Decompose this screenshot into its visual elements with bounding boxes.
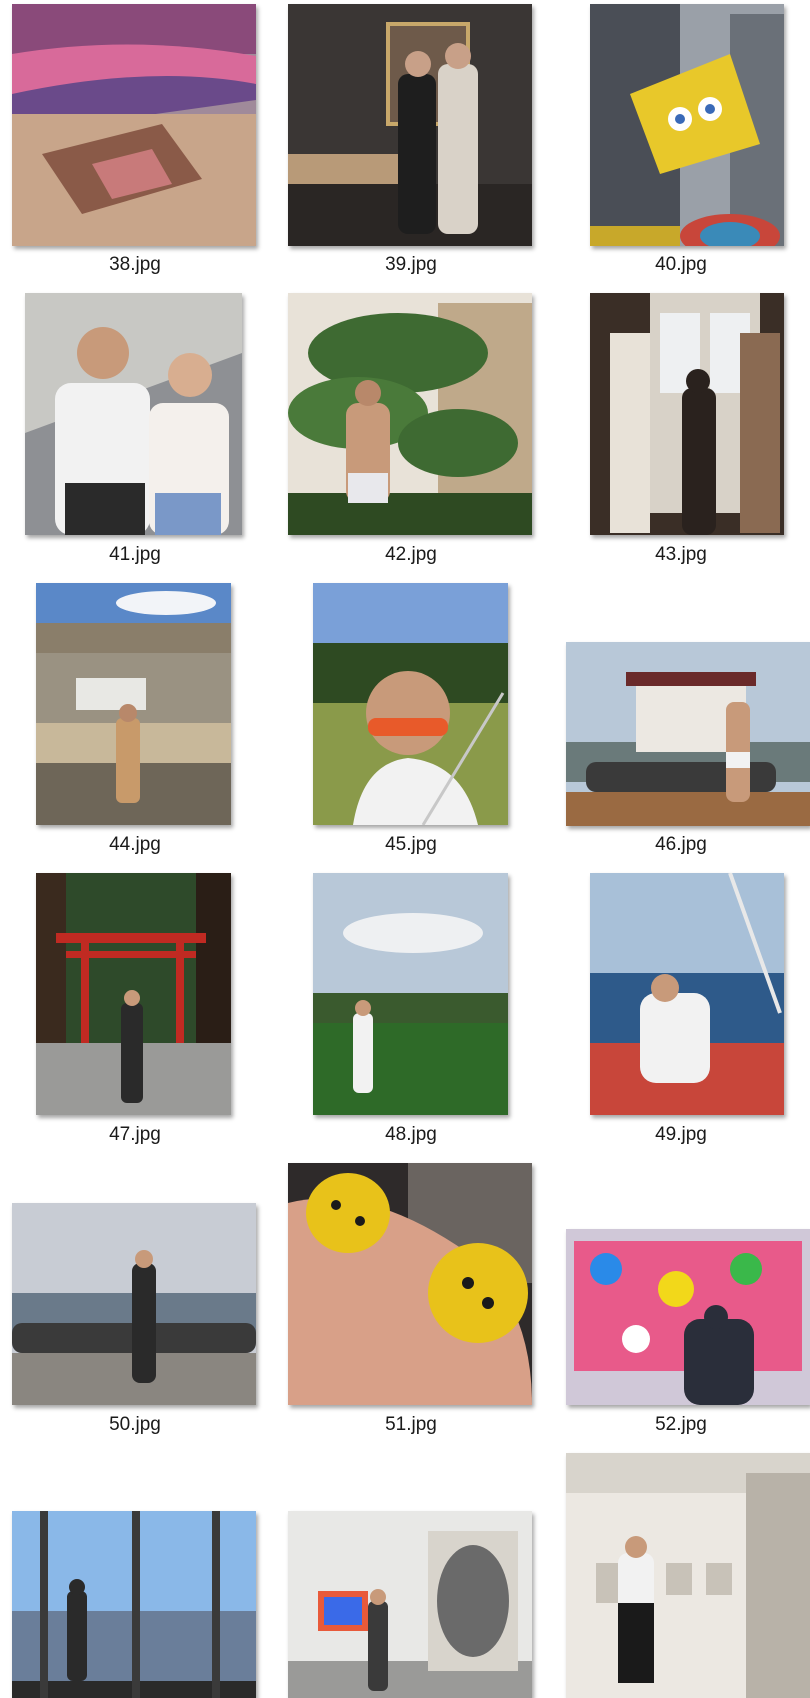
file-item[interactable]: 46.jpg <box>552 580 810 870</box>
thumbnail-garden-pine-tree[interactable] <box>288 293 532 535</box>
file-name[interactable]: 38.jpg <box>0 254 270 276</box>
file-name[interactable]: 51.jpg <box>276 1414 546 1436</box>
thumbnail-old-town-wall[interactable] <box>36 583 231 825</box>
file-item[interactable] <box>552 1450 810 1698</box>
thumbnail-couple-selfie[interactable] <box>25 293 242 535</box>
thumbnail-rocky-seashore[interactable] <box>12 1203 256 1405</box>
file-name[interactable]: 43.jpg <box>552 544 810 566</box>
file-item[interactable]: 50.jpg <box>0 1160 270 1450</box>
file-name[interactable]: 45.jpg <box>276 834 546 856</box>
thumbnail-torii-gate-forest[interactable] <box>36 873 231 1115</box>
file-item[interactable]: 45.jpg <box>276 580 546 870</box>
file-name[interactable]: 41.jpg <box>0 544 270 566</box>
thumbnail-flower-mural-gallery[interactable] <box>566 1229 810 1405</box>
thumbnail-dining-room-couple[interactable] <box>288 4 532 246</box>
file-item[interactable]: 52.jpg <box>552 1160 810 1450</box>
thumbnail-golf-course-swing[interactable] <box>313 873 508 1115</box>
thumbnail-yacht-deck[interactable] <box>566 642 810 826</box>
file-item[interactable] <box>276 1450 546 1698</box>
thumbnail-window-silhouette[interactable] <box>590 293 784 535</box>
thumbnail-parade-balloon-city[interactable] <box>590 4 784 246</box>
file-name[interactable]: 49.jpg <box>552 1124 810 1146</box>
file-item[interactable]: 42.jpg <box>276 290 546 580</box>
file-name[interactable]: 50.jpg <box>0 1414 270 1436</box>
thumbnail-white-gallery-walk[interactable] <box>566 1453 810 1698</box>
file-item[interactable]: 51.jpg <box>276 1160 546 1450</box>
file-item[interactable]: 47.jpg <box>0 870 270 1160</box>
file-item[interactable] <box>0 1450 270 1698</box>
thumbnail-sailboat-sunset[interactable] <box>590 873 784 1115</box>
file-name[interactable]: 48.jpg <box>276 1124 546 1146</box>
file-name[interactable]: 47.jpg <box>0 1124 270 1146</box>
file-name[interactable]: 44.jpg <box>0 834 270 856</box>
file-item[interactable]: 38.jpg <box>0 0 270 290</box>
file-item[interactable]: 49.jpg <box>552 870 810 1160</box>
file-name[interactable]: 39.jpg <box>276 254 546 276</box>
thumbnail-city-observation-window[interactable] <box>12 1511 256 1698</box>
file-name[interactable]: 42.jpg <box>276 544 546 566</box>
file-item[interactable]: 48.jpg <box>276 870 546 1160</box>
thumbnail-art-gallery-portrait[interactable] <box>288 1511 532 1698</box>
file-item[interactable]: 40.jpg <box>552 0 810 290</box>
file-item[interactable]: 43.jpg <box>552 290 810 580</box>
file-name[interactable]: 52.jpg <box>552 1414 810 1436</box>
thumbnail-pumpkin-figurines-hand[interactable] <box>288 1163 532 1405</box>
file-item[interactable]: 41.jpg <box>0 290 270 580</box>
file-name[interactable]: 40.jpg <box>552 254 810 276</box>
thumbnail-landscape-painting-room[interactable] <box>12 4 256 246</box>
file-item[interactable]: 44.jpg <box>0 580 270 870</box>
thumbnail-golf-selfie[interactable] <box>313 583 508 825</box>
image-grid: 38.jpg 39.jpg 40.jpg 41.jpg 42.jpg 43.jp… <box>0 0 810 1698</box>
file-name[interactable]: 46.jpg <box>552 834 810 856</box>
file-item[interactable]: 39.jpg <box>276 0 546 290</box>
